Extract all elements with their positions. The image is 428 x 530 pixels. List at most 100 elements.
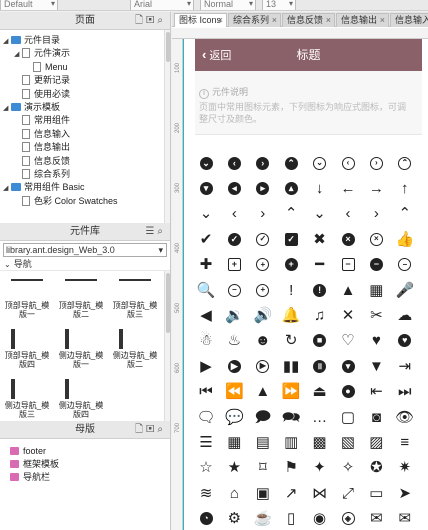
tree-item[interactable]: 使用必读 [14, 88, 70, 101]
list-alt-icon: ▥ [284, 433, 299, 451]
tree-item-label: 信息输入 [34, 128, 71, 139]
volume-high-icon: 🔊 [253, 306, 273, 324]
expand-triangle-icon[interactable]: ◢ [14, 48, 22, 61]
master-label: 框架模板 [23, 459, 60, 469]
image-icon: ▣ [255, 484, 270, 502]
library-section-navigation[interactable]: ⌄ 导航 [0, 257, 170, 271]
widget-label: 侧边导航_模版四 [58, 401, 104, 419]
master-item[interactable]: 导航栏 [10, 471, 50, 483]
comment-outline-icon: 💬 [225, 408, 244, 426]
page-icon [22, 88, 30, 99]
library-widget[interactable]: 侧边导航_模版二 [110, 325, 160, 373]
tree-item-label: 信息反馈 [34, 155, 71, 166]
horizontal-ruler [172, 28, 428, 39]
top-toolbar: Default Arial Normal 13 [0, 0, 428, 11]
master-item[interactable]: footer [10, 445, 46, 457]
tree-item[interactable]: 常用组件 [14, 114, 70, 127]
ruler-mark: 400 [175, 242, 182, 254]
menu-icon[interactable]: ☰ [145, 226, 157, 237]
th-large-icon: ▩ [312, 433, 327, 451]
tree-item[interactable]: 更新记录 [14, 74, 70, 87]
library-widget[interactable]: 顶部导航_模版四 [2, 325, 52, 373]
library-widget[interactable]: 顶部导航_模版三 [110, 275, 160, 323]
vertical-ruler: 100 200 300 400 500 600 700 [172, 39, 183, 530]
library-widget[interactable]: 顶部导航_模版二 [56, 275, 106, 323]
logout-icon: ⇤ [370, 383, 383, 401]
masters-panel-header: 母版 🗋▣⌕ [0, 421, 170, 439]
record-icon: ● [338, 382, 358, 402]
pages-scroll-thumb[interactable] [166, 32, 170, 62]
close-icon[interactable]: × [218, 14, 223, 27]
volume-mute-icon: ◀ [200, 306, 212, 324]
library-widget[interactable]: 侧边导航_模版一 [56, 325, 106, 373]
add-page-icon[interactable]: 🗋 [135, 15, 146, 26]
style-select[interactable]: Default [0, 0, 58, 10]
close-icon[interactable]: × [272, 14, 277, 27]
tree-item[interactable]: ◢ 常用组件 Basic [3, 181, 85, 194]
search-icon[interactable]: ⌕ [157, 15, 166, 26]
tab[interactable]: 综合系列 × [228, 13, 281, 27]
tab[interactable]: 信息输入 [390, 13, 428, 27]
page-icon [22, 48, 30, 59]
tree-item[interactable]: Menu [25, 61, 68, 74]
tree-item[interactable]: 信息输入 [14, 128, 70, 141]
chevron-down-icon: ⌄ [199, 205, 213, 223]
arrow-down-icon: ↓ [315, 179, 324, 197]
bookmark-icon: ⚑ [284, 459, 298, 477]
left-sidebar: 页面 🗋▣⌕ ◢ 元件目录 ◢ 元件演示 Menu 更新记录 使用必读 ◢ 演示模板 常用组件 信息… [0, 12, 171, 530]
description-box: i 元件说明 页面中常用图标元素，下列图标为响应式图标，可调整尺寸及颜色。 [195, 71, 422, 135]
expand-triangle-icon[interactable]: ◢ [3, 182, 11, 195]
step-backward-icon: ⏪ [225, 383, 244, 401]
circle-up-outline-icon: ⌃ [395, 153, 415, 173]
search-icon[interactable]: ⌕ [157, 226, 166, 237]
thumbs-up-icon: 👍 [395, 230, 415, 248]
tab[interactable]: 信息输出 × [336, 13, 389, 27]
tab[interactable]: 图标 Icons × [174, 13, 227, 27]
tab[interactable]: 信息反馈 × [282, 13, 335, 27]
zoom-in-icon: + [253, 280, 273, 300]
close-icon[interactable]: × [380, 14, 385, 27]
library-widget[interactable]: 顶部导航_模版一 [2, 275, 52, 323]
library-widget[interactable]: 侧边导航_模版三 [2, 375, 52, 421]
star-outline-icon: ☆ [199, 459, 213, 477]
description-text: 页面中常用图标元素，下列图标为响应式图标，可调整尺寸及颜色。 [199, 102, 407, 124]
font-weight-select[interactable]: Normal [200, 0, 256, 10]
font-size-select[interactable]: 13 [262, 0, 296, 10]
widget-label: 顶部导航_模版一 [4, 301, 50, 319]
ruler-mark: 300 [175, 182, 182, 194]
circle-left-outline-icon: ‹ [338, 153, 358, 173]
library-panel-actions: ☰⌕ [145, 223, 166, 241]
coffee-icon: ☕ [253, 510, 273, 528]
tree-item[interactable]: 信息反馈 [14, 155, 70, 168]
library-widget[interactable]: 侧边导航_模版四 [56, 375, 106, 421]
expand-triangle-icon[interactable]: ◢ [3, 102, 11, 115]
ruler-mark: 700 [175, 422, 182, 434]
chat-bubble-icon: ◙ [371, 408, 381, 426]
library-scroll-thumb[interactable] [166, 273, 170, 333]
font-family-select[interactable]: Arial [130, 0, 194, 10]
settings-icon: ⚙ [227, 510, 242, 528]
add-master-icon[interactable]: 🗋 [135, 424, 146, 435]
expand-triangle-icon[interactable]: ◢ [3, 35, 11, 48]
bars-icon: ≡ [400, 433, 410, 451]
arrow-left-icon: ← [340, 179, 356, 197]
heart-icon: ♥ [371, 332, 381, 350]
tree-item[interactable]: 综合系列 [14, 168, 70, 181]
nav-title: 标题 [296, 48, 321, 62]
library-select[interactable]: library.ant.design_Web_3.0 [3, 243, 167, 257]
puzzle-outline-icon: ✧ [341, 459, 355, 477]
add-folder-icon[interactable]: ▣ [146, 424, 157, 435]
exclamation-circle-icon: ! [310, 280, 330, 300]
tree-item[interactable]: ◢ 元件演示 [14, 47, 70, 60]
close-icon[interactable]: × [326, 14, 331, 27]
pages-scrollbar[interactable] [164, 30, 170, 223]
tree-item[interactable]: 信息输出 [14, 141, 70, 154]
library-scrollbar[interactable] [164, 271, 170, 421]
master-item[interactable]: 框架模板 [10, 458, 59, 470]
tree-item[interactable]: ◢ 演示模板 [3, 101, 60, 114]
widget-thumbnail [119, 329, 151, 349]
tree-item[interactable]: ◢ 元件目录 [3, 34, 60, 47]
add-folder-icon[interactable]: ▣ [146, 15, 157, 26]
tree-item[interactable]: 色彩 Color Swatches [14, 195, 118, 208]
search-icon[interactable]: ⌕ [157, 424, 166, 435]
